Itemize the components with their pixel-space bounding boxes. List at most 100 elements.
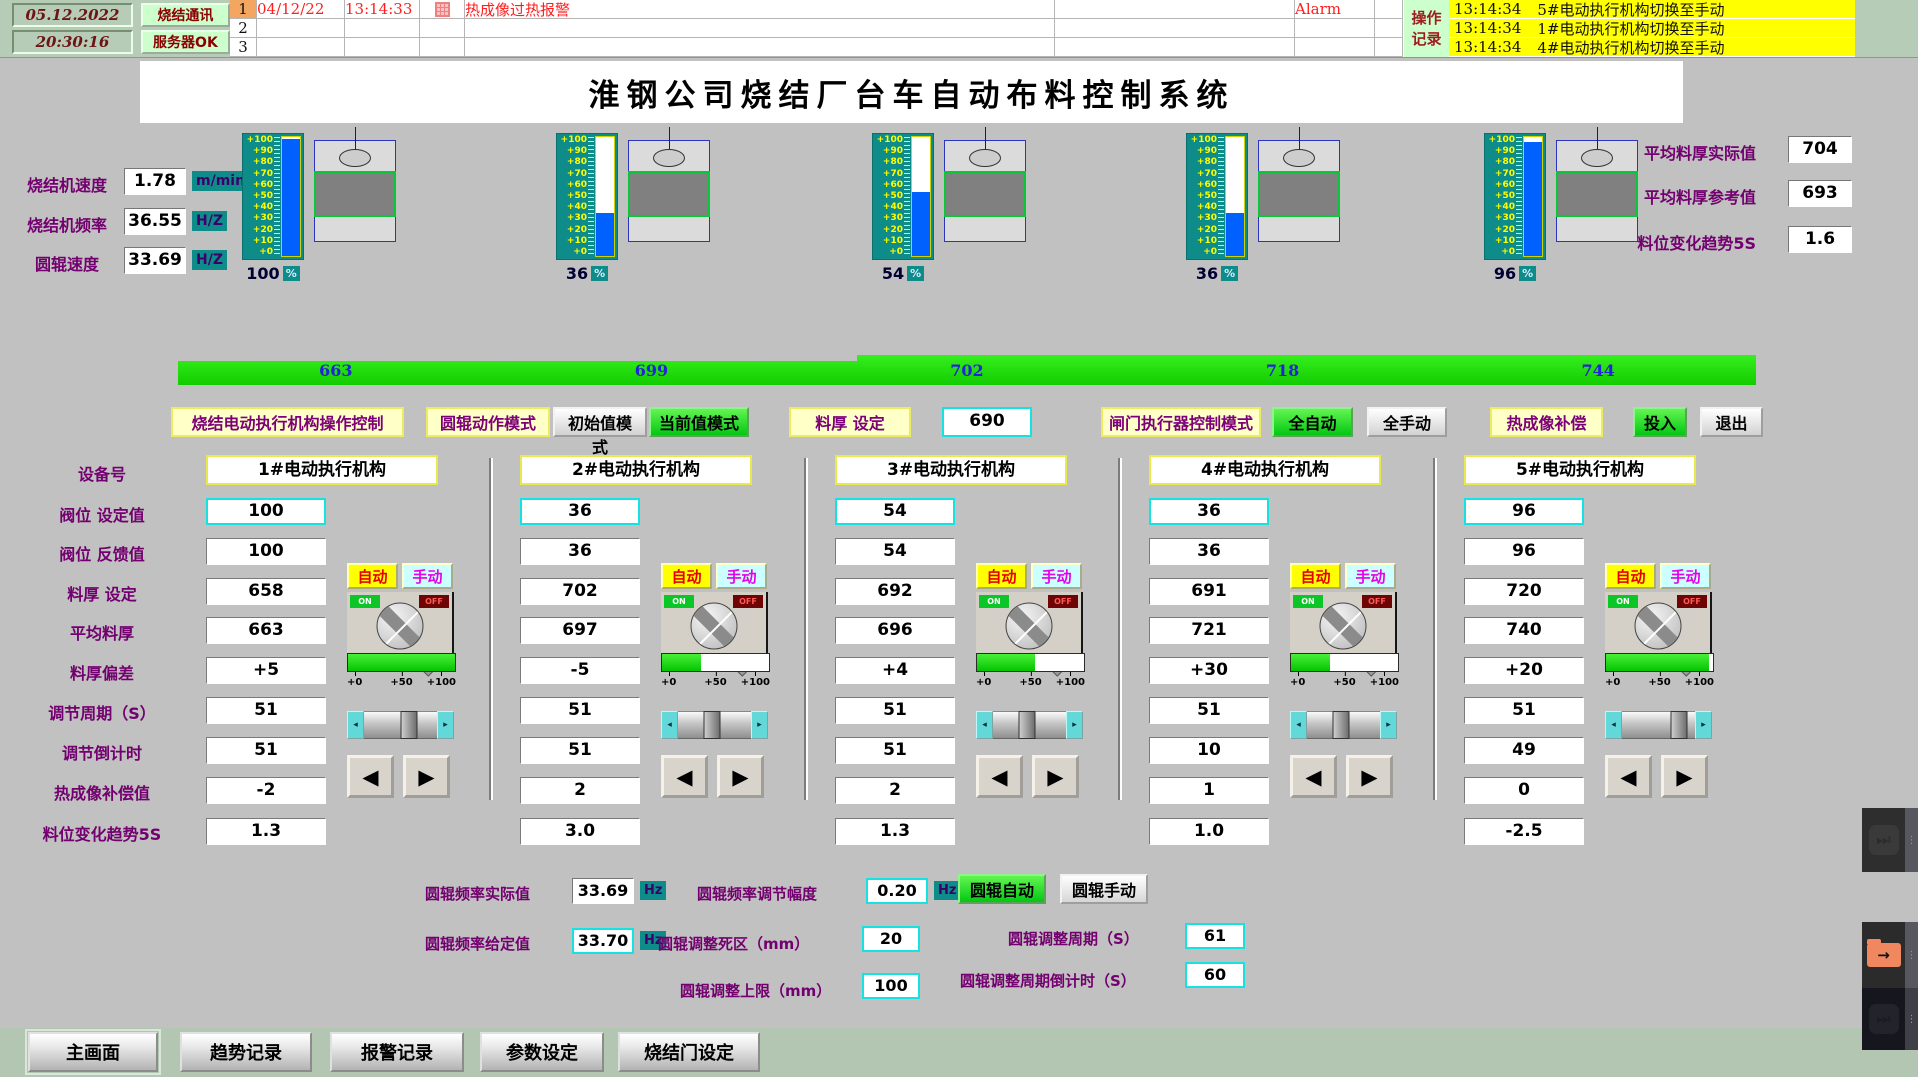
decrease-button[interactable]: ◀ bbox=[976, 755, 1023, 798]
rotary-knob[interactable] bbox=[1634, 603, 1681, 650]
slider-left-icon[interactable]: ◂ bbox=[661, 711, 678, 739]
nav-main-screen-button[interactable]: 主画面 bbox=[28, 1032, 158, 1072]
manual-button[interactable]: 手动 bbox=[716, 563, 767, 589]
manual-button[interactable]: 手动 bbox=[1031, 563, 1082, 589]
slider-left-icon[interactable]: ◂ bbox=[1605, 711, 1622, 739]
slider-right-icon[interactable]: ▸ bbox=[1066, 711, 1083, 739]
rotary-knob[interactable] bbox=[376, 603, 423, 650]
nav-sinter-door-button[interactable]: 烧结门设定 bbox=[618, 1032, 760, 1072]
decrease-button[interactable]: ◀ bbox=[661, 755, 708, 798]
slider-right-icon[interactable]: ▸ bbox=[437, 711, 454, 739]
valve-set-input[interactable]: 54 bbox=[835, 498, 955, 525]
full-manual-button[interactable]: 全手动 bbox=[1367, 407, 1447, 437]
rotary-knob[interactable] bbox=[690, 603, 737, 650]
auto-button[interactable]: 自动 bbox=[1290, 563, 1341, 589]
gauge-tick-label: +80 bbox=[1495, 158, 1515, 167]
increase-button[interactable]: ▶ bbox=[403, 755, 450, 798]
nav-trend-record-button[interactable]: 趋势记录 bbox=[180, 1032, 312, 1072]
engage-button[interactable]: 投入 bbox=[1633, 407, 1687, 437]
server-status-button[interactable]: 服务器OK bbox=[141, 30, 230, 54]
increase-button[interactable]: ▶ bbox=[1346, 755, 1393, 798]
decrease-button[interactable]: ◀ bbox=[1290, 755, 1337, 798]
valve-set-input[interactable]: 96 bbox=[1464, 498, 1584, 525]
valve-slider[interactable]: ◂ ▸ bbox=[1605, 711, 1712, 739]
overlay-folder-widget[interactable]: → ⋮ bbox=[1862, 922, 1918, 988]
gauge-tick-label: +40 bbox=[1197, 203, 1217, 212]
datetime-panel: 05.12.2022 烧结通讯 20:30:16 服务器OK bbox=[0, 0, 230, 57]
rotary-knob[interactable] bbox=[1319, 603, 1366, 650]
sinter-comm-button[interactable]: 烧结通讯 bbox=[141, 3, 230, 27]
bar-scale: +0+50+100 bbox=[976, 672, 1085, 688]
thickness-set-input[interactable]: 690 bbox=[942, 407, 1032, 437]
slider-thumb[interactable] bbox=[401, 711, 418, 739]
valve-slider[interactable]: ◂ ▸ bbox=[976, 711, 1083, 739]
manual-button[interactable]: 手动 bbox=[1660, 563, 1711, 589]
gate-knob-icon bbox=[969, 149, 1001, 167]
slider-thumb[interactable] bbox=[1670, 711, 1687, 739]
slider-left-icon[interactable]: ◂ bbox=[1290, 711, 1307, 739]
decrease-button[interactable]: ◀ bbox=[1605, 755, 1652, 798]
gauge-tick-label: +0 bbox=[259, 248, 273, 257]
thickness-avg-value: 696 bbox=[835, 617, 955, 644]
slider-right-icon[interactable]: ▸ bbox=[1380, 711, 1397, 739]
full-auto-button[interactable]: 全自动 bbox=[1272, 407, 1353, 437]
roller-auto-button[interactable]: 圆辊自动 bbox=[958, 874, 1046, 904]
actuator-column-4: 4#电动执行机构 36 36 691 721 +30 51 10 1 1.0 自… bbox=[1149, 455, 1401, 859]
initial-value-mode-button[interactable]: 初始值模式 bbox=[553, 407, 647, 437]
roller-freq-set-input[interactable]: 33.70 bbox=[572, 928, 634, 954]
gate-knob-icon bbox=[1283, 149, 1315, 167]
roller-cycle-input[interactable]: 61 bbox=[1185, 923, 1245, 949]
exit-button[interactable]: 退出 bbox=[1700, 407, 1763, 437]
valve-slider[interactable]: ◂ ▸ bbox=[1290, 711, 1397, 739]
roller-adjust-step-input[interactable]: 0.20 bbox=[866, 878, 928, 904]
nav-alarm-record-button[interactable]: 报警记录 bbox=[330, 1032, 464, 1072]
valve-slider[interactable]: ◂ ▸ bbox=[347, 711, 454, 739]
overlay-media-widget-2[interactable]: ⏭ ⋮ bbox=[1862, 988, 1918, 1050]
rotary-knob[interactable] bbox=[1005, 603, 1052, 650]
slider-left-icon[interactable]: ◂ bbox=[976, 711, 993, 739]
valve-slider[interactable]: ◂ ▸ bbox=[661, 711, 768, 739]
gauge-tick-label: +10 bbox=[1197, 237, 1217, 246]
gauge-track bbox=[911, 136, 931, 257]
valve-set-input[interactable]: 100 bbox=[206, 498, 326, 525]
slider-thumb[interactable] bbox=[1018, 711, 1035, 739]
slider-thumb[interactable] bbox=[703, 711, 720, 739]
valve-set-input[interactable]: 36 bbox=[1149, 498, 1269, 525]
drag-dots-icon[interactable]: ⋮ bbox=[1905, 988, 1918, 1050]
drag-dots-icon[interactable]: ⋮ bbox=[1905, 808, 1918, 872]
gauge-tick-label: +20 bbox=[253, 226, 273, 235]
overlay-media-widget[interactable]: ⏭ ⋮ bbox=[1862, 808, 1918, 872]
drag-dots-icon[interactable]: ⋮ bbox=[1905, 922, 1918, 988]
valve-position-bar bbox=[347, 653, 456, 672]
increase-button[interactable]: ▶ bbox=[1032, 755, 1079, 798]
auto-button[interactable]: 自动 bbox=[1605, 563, 1656, 589]
roller-manual-button[interactable]: 圆辊手动 bbox=[1060, 874, 1148, 904]
increase-button[interactable]: ▶ bbox=[717, 755, 764, 798]
actuator-operate-control-button[interactable]: 烧结电动执行机构操作控制 bbox=[171, 407, 404, 437]
roller-deadzone-input[interactable]: 20 bbox=[862, 926, 920, 952]
manual-button[interactable]: 手动 bbox=[402, 563, 453, 589]
slider-thumb[interactable] bbox=[1332, 711, 1349, 739]
auto-button[interactable]: 自动 bbox=[347, 563, 398, 589]
roller-freq-set-label: 圆辊频率给定值 bbox=[425, 933, 530, 954]
actuator-header: 2#电动执行机构 bbox=[520, 455, 752, 485]
bar-scale: +0+50+100 bbox=[1290, 672, 1399, 688]
thickness-avg-value: 721 bbox=[1149, 617, 1269, 644]
thermal-comp-value: -2 bbox=[206, 777, 326, 804]
valve-set-input[interactable]: 36 bbox=[520, 498, 640, 525]
auto-button[interactable]: 自动 bbox=[661, 563, 712, 589]
sinter-speed-label: 烧结机速度 bbox=[12, 172, 122, 196]
countdown-value: 51 bbox=[206, 737, 326, 764]
gauge-tick-label: +30 bbox=[883, 214, 903, 223]
manual-button[interactable]: 手动 bbox=[1345, 563, 1396, 589]
nav-param-setting-button[interactable]: 参数设定 bbox=[480, 1032, 604, 1072]
roller-upper-limit-input[interactable]: 100 bbox=[862, 973, 920, 999]
auto-button[interactable]: 自动 bbox=[976, 563, 1027, 589]
current-value-mode-button[interactable]: 当前值模式 bbox=[649, 407, 749, 437]
slider-left-icon[interactable]: ◂ bbox=[347, 711, 364, 739]
decrease-button[interactable]: ◀ bbox=[347, 755, 394, 798]
slider-right-icon[interactable]: ▸ bbox=[751, 711, 768, 739]
gauge-tick-label: +30 bbox=[567, 214, 587, 223]
slider-right-icon[interactable]: ▸ bbox=[1695, 711, 1712, 739]
increase-button[interactable]: ▶ bbox=[1661, 755, 1708, 798]
